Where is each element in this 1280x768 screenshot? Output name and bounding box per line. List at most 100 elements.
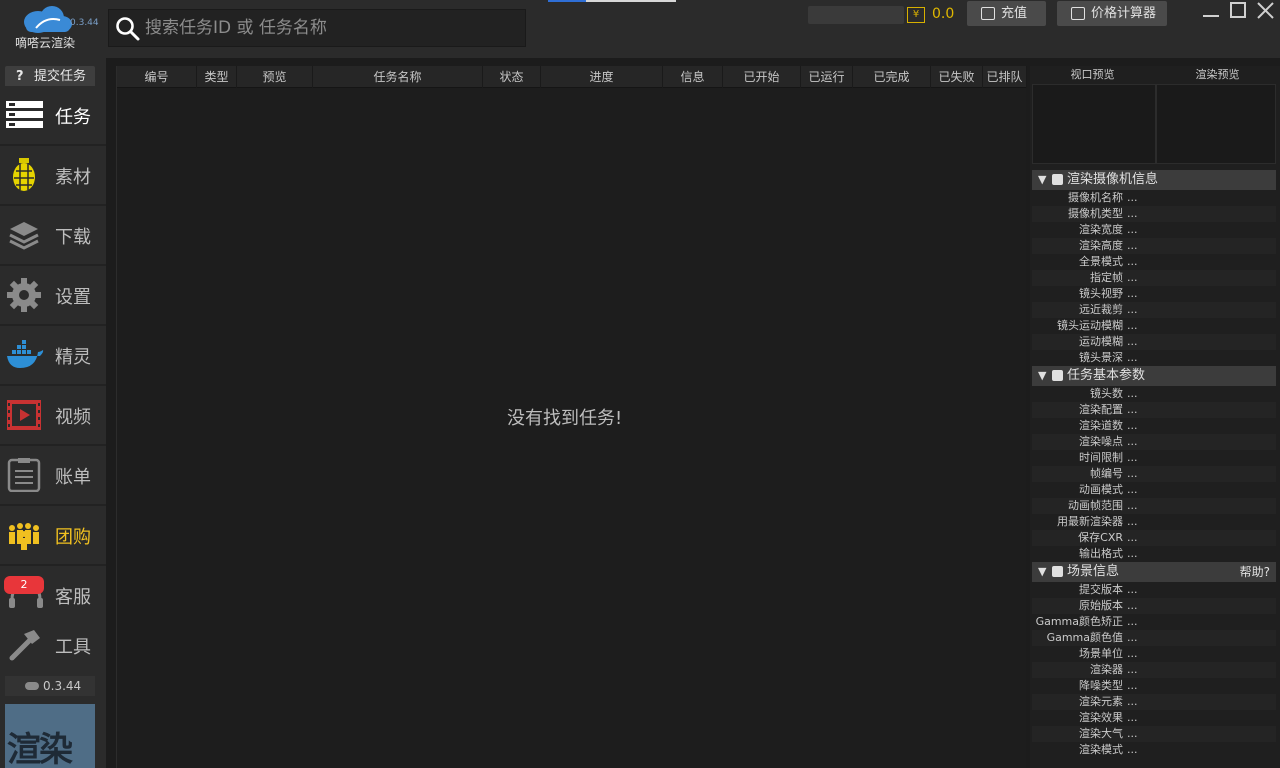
- info-value: ...: [1127, 467, 1138, 480]
- close-icon[interactable]: [1253, 0, 1279, 24]
- info-row: 用最新渲染器...: [1032, 514, 1276, 530]
- section-header[interactable]: ▼ 渲染摄像机信息: [1032, 170, 1276, 190]
- info-value: ...: [1127, 451, 1138, 464]
- info-key: 渲染效果: [1079, 711, 1123, 724]
- info-value: ...: [1127, 499, 1138, 512]
- promo-banner[interactable]: 渲染: [5, 704, 95, 768]
- sidebar-item-label: 素材: [55, 167, 91, 188]
- render-preview-title: 渲染预览: [1195, 68, 1240, 81]
- search-input[interactable]: [145, 10, 520, 46]
- info-key: 渲染道数: [1079, 419, 1123, 432]
- render-preview[interactable]: [1156, 84, 1276, 164]
- info-row: 场景单位...: [1032, 646, 1276, 662]
- minimize-icon[interactable]: [1199, 0, 1225, 24]
- column-header[interactable]: 已排队: [983, 66, 1027, 88]
- info-value: ...: [1127, 727, 1138, 740]
- info-value: ...: [1127, 335, 1138, 348]
- username-masked: [808, 6, 904, 24]
- info-row: Gamma颜色矫正...: [1032, 614, 1276, 630]
- section-title: 任务基本参数: [1067, 368, 1146, 383]
- sidebar-item-download[interactable]: 下载: [0, 206, 106, 264]
- info-row: 渲染高度...: [1032, 238, 1276, 254]
- column-header[interactable]: 进度: [541, 66, 663, 88]
- sidebar-item-tasks[interactable]: 任务: [0, 86, 106, 144]
- column-header[interactable]: 已失败: [931, 66, 983, 88]
- column-header[interactable]: 已运行: [801, 66, 853, 88]
- info-row: 运动模糊...: [1032, 334, 1276, 350]
- info-row: 提交版本...: [1032, 582, 1276, 598]
- column-header[interactable]: 已开始: [723, 66, 801, 88]
- cloud-logo-icon: [24, 6, 72, 33]
- empty-state-message: 没有找到任务!: [507, 408, 623, 429]
- info-value: ...: [1127, 419, 1138, 432]
- table-header: 编号 类型 预览 任务名称 状态 进度 信息 已开始 已运行 已完成 已失败 已…: [117, 66, 1027, 88]
- info-row: 帧编号...: [1032, 466, 1276, 482]
- info-row: 渲染配置...: [1032, 402, 1276, 418]
- info-row: 镜头景深...: [1032, 350, 1276, 366]
- viewport-preview[interactable]: [1032, 84, 1156, 164]
- app-name: 嘀嗒云渲染: [15, 36, 76, 50]
- info-row: 动画模式...: [1032, 482, 1276, 498]
- info-value: ...: [1127, 515, 1138, 528]
- group-buy-icon: [9, 523, 39, 550]
- info-key: 渲染噪点: [1079, 435, 1123, 448]
- info-value: ...: [1127, 387, 1138, 400]
- submit-task-label: 提交任务: [34, 69, 87, 84]
- column-header[interactable]: 编号: [117, 66, 197, 88]
- info-key: 渲染器: [1090, 663, 1123, 676]
- column-header[interactable]: 预览: [237, 66, 313, 88]
- sidebar-item-assets[interactable]: 素材: [0, 146, 106, 204]
- sidebar-item-settings[interactable]: 设置: [0, 266, 106, 324]
- recharge-button[interactable]: 充值: [967, 1, 1046, 26]
- section-header[interactable]: ▼ 任务基本参数: [1032, 366, 1276, 386]
- chevron-down-icon: ▼: [1038, 369, 1047, 382]
- column-header[interactable]: 已完成: [853, 66, 931, 88]
- task-detail-panel: 视口预览 渲染预览 ▼ 渲染摄像机信息 摄像机名称... 摄像机类型... 渲染宽度..…: [1030, 66, 1280, 768]
- info-key: 渲染配置: [1079, 403, 1123, 416]
- info-value: ...: [1127, 743, 1138, 756]
- info-value: ...: [1127, 631, 1138, 644]
- info-key: 全景模式: [1079, 255, 1123, 268]
- sidebar-item-bill[interactable]: 账单: [0, 446, 106, 504]
- info-value: ...: [1127, 531, 1138, 544]
- info-value: ...: [1127, 435, 1138, 448]
- search-box[interactable]: [108, 9, 526, 47]
- bill-icon: [7, 458, 41, 492]
- info-key: 渲染大气: [1079, 727, 1123, 740]
- sidebar-item-sprite[interactable]: 精灵: [0, 326, 106, 384]
- logo-version: 0.3.44: [70, 18, 99, 28]
- version-label: 0.3.44: [43, 679, 82, 693]
- sidebar-item-video[interactable]: 视频: [0, 386, 106, 444]
- info-row: 动画帧范围...: [1032, 498, 1276, 514]
- sidebar-item-label: 任务: [55, 107, 91, 128]
- info-row: 摄像机类型...: [1032, 206, 1276, 222]
- info-row: 降噪类型...: [1032, 678, 1276, 694]
- info-row: 镜头运动模糊...: [1032, 318, 1276, 334]
- column-header[interactable]: 任务名称: [313, 66, 483, 88]
- version-indicator: 0.3.44: [5, 676, 95, 696]
- maximize-icon[interactable]: [1226, 0, 1252, 24]
- info-row: 保存CXR...: [1032, 530, 1276, 546]
- section-header[interactable]: ▼ 场景信息 帮助?: [1032, 562, 1276, 582]
- sidebar-item-label: 工具: [55, 637, 91, 658]
- price-calculator-button[interactable]: 价格计算器: [1057, 1, 1167, 26]
- sidebar-item-label: 团购: [55, 527, 91, 548]
- column-header[interactable]: 状态: [483, 66, 541, 88]
- chevron-down-icon: ▼: [1038, 173, 1047, 186]
- column-header[interactable]: 信息: [663, 66, 723, 88]
- sidebar: ? 提交任务 任务 素材 下载 设置 精灵 视频 账单 团购 2 客服 工具 0…: [0, 58, 106, 768]
- help-link[interactable]: 帮助?: [1240, 562, 1270, 582]
- whale-icon: [7, 340, 44, 368]
- sidebar-item-tools[interactable]: 工具: [0, 616, 106, 674]
- info-key: 场景单位: [1079, 647, 1123, 660]
- column-header[interactable]: 类型: [197, 66, 237, 88]
- info-key: 远近裁剪: [1079, 303, 1123, 316]
- submit-task-button[interactable]: ? 提交任务: [5, 66, 95, 88]
- info-value: ...: [1127, 303, 1138, 316]
- search-icon: [116, 17, 140, 41]
- sidebar-item-group-buy[interactable]: 团购: [0, 506, 106, 564]
- hammer-icon: [9, 630, 40, 661]
- info-key: 镜头视野: [1079, 287, 1123, 300]
- info-row: 渲染噪点...: [1032, 434, 1276, 450]
- info-value: ...: [1127, 271, 1138, 284]
